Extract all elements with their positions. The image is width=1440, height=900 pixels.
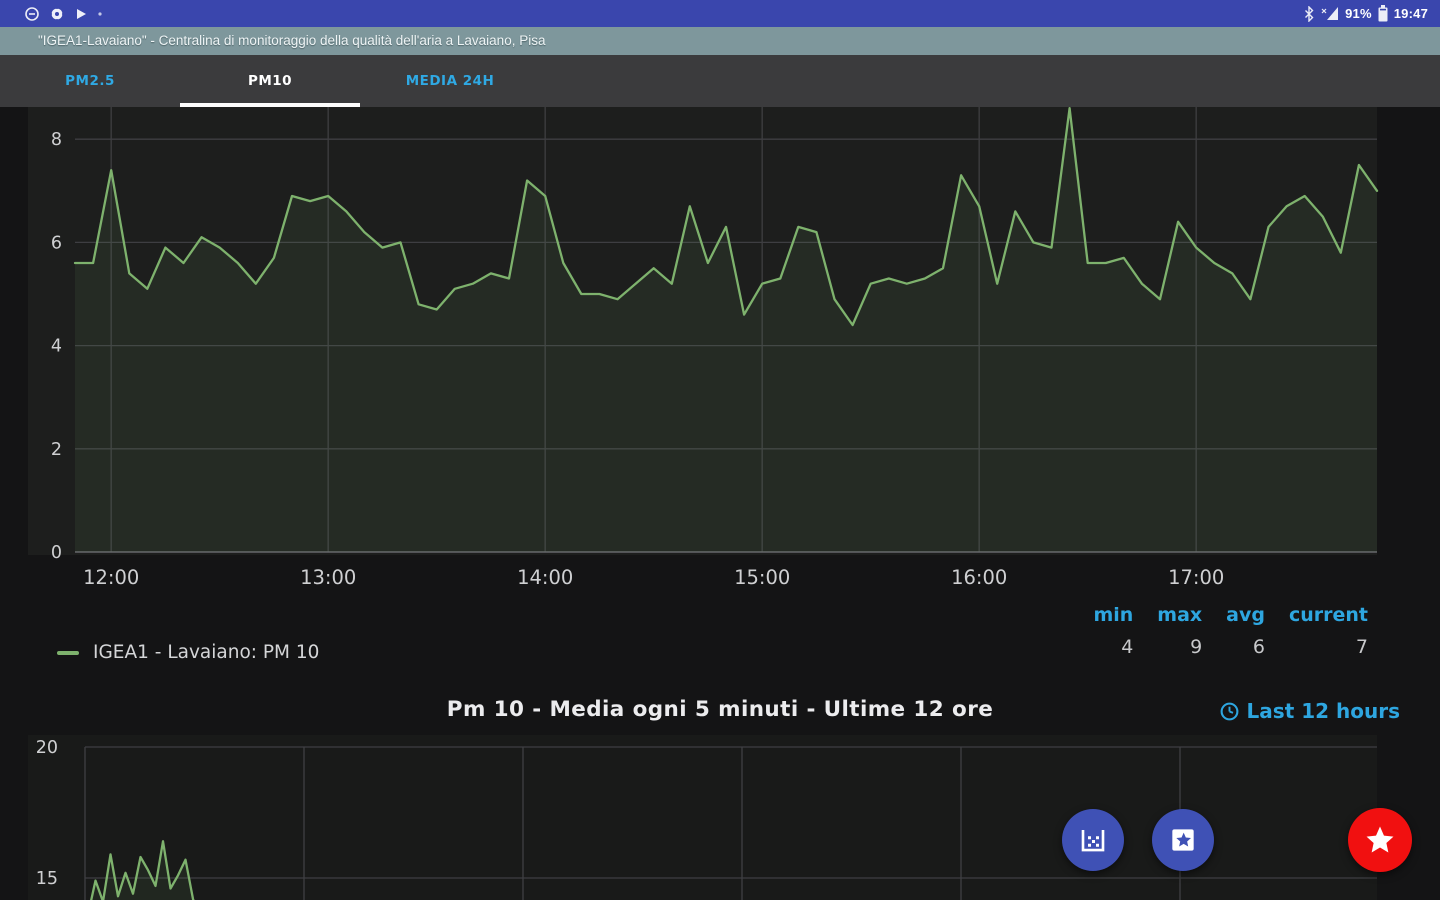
dashboard-title-bar: "IGEA1-Lavaiano" - Centralina di monitor… [0,27,1440,55]
circle-notification-icon [25,6,39,21]
play-notification-icon [77,8,86,19]
dashboard-panels-button[interactable] [1062,809,1124,871]
battery-percent: 91% [1345,6,1372,21]
bluetooth-icon [1305,5,1314,22]
stat-header-avg: avg [1226,604,1265,626]
stat-value-min: 4 [1121,636,1134,658]
clock-icon [1220,702,1238,720]
tab-media-24h[interactable]: MEDIA 24H [360,55,540,107]
stat-value-avg: 6 [1252,636,1265,658]
star-icon [1366,826,1394,853]
tab-pm2-5-label: PM2.5 [65,73,115,89]
dot-notification-icon [98,11,102,16]
status-clock: 19:47 [1393,6,1428,21]
svg-text:17:00: 17:00 [1168,566,1224,589]
chart-legend[interactable]: IGEA1 - Lavaiano: PM 10 [57,642,319,663]
time-range-label: Last 12 hours [1246,699,1400,723]
stat-header-max: max [1157,604,1203,626]
svg-text:8: 8 [51,130,62,150]
battery-icon [1378,5,1388,22]
save-snapshot-button[interactable] [1152,809,1214,871]
time-range-picker[interactable]: Last 12 hours [1219,699,1400,723]
svg-text:13:00: 13:00 [300,566,356,589]
pm10-5min-chart[interactable]: 12:00 13:00 14:00 15:00 16:00 17:00 0 2 4 6 8 [0,107,1440,600]
status-bar-notifications [24,6,103,22]
svg-text:4: 4 [51,337,62,357]
svg-text:2: 2 [51,440,62,460]
svg-text:6: 6 [51,233,62,253]
network-signal-icon [1321,7,1339,20]
series-color-swatch [57,650,79,655]
gear-notification-icon [50,6,64,21]
tab-media-24h-label: MEDIA 24H [405,73,495,89]
stat-header-min: min [1093,604,1134,626]
app-screen: 91% 19:47 "IGEA1-Lavaiano" - Centralina … [0,0,1440,900]
secondary-chart[interactable]: 2015 [0,735,1440,900]
series-stats: min max avg current 4 9 6 7 [1093,604,1368,658]
stat-value-current: 7 [1355,636,1368,658]
android-status-bar: 91% 19:47 [0,0,1440,27]
svg-text:15:00: 15:00 [734,566,790,589]
tab-bar: PM2.5 PM10 MEDIA 24H [0,55,1440,107]
svg-text:0: 0 [51,543,62,563]
tab-pm2-5[interactable]: PM2.5 [0,55,180,107]
pm10-chart-panel[interactable]: 12:00 13:00 14:00 15:00 16:00 17:00 0 2 4 6 8 [0,107,1440,600]
status-bar-system: 91% 19:47 [1303,5,1428,22]
tab-pm10[interactable]: PM10 [180,55,360,107]
favorite-button[interactable] [1348,808,1412,872]
tab-pm10-label: PM10 [247,73,293,89]
svg-text:16:00: 16:00 [951,566,1007,589]
stat-header-current: current [1288,604,1368,626]
svg-text:20: 20 [36,738,58,758]
svg-text:14:00: 14:00 [517,566,573,589]
secondary-chart-panel[interactable]: 20 15 [0,735,1440,900]
starred-panel-icon [1172,829,1194,851]
svg-text:12:00: 12:00 [83,566,139,589]
chart-panels-icon [1081,830,1105,852]
series-label[interactable]: IGEA1 - Lavaiano: PM 10 [93,642,319,663]
dashboard-title: "IGEA1-Lavaiano" - Centralina di monitor… [38,33,546,48]
stat-value-max: 9 [1190,636,1203,658]
svg-text:15: 15 [36,869,58,889]
